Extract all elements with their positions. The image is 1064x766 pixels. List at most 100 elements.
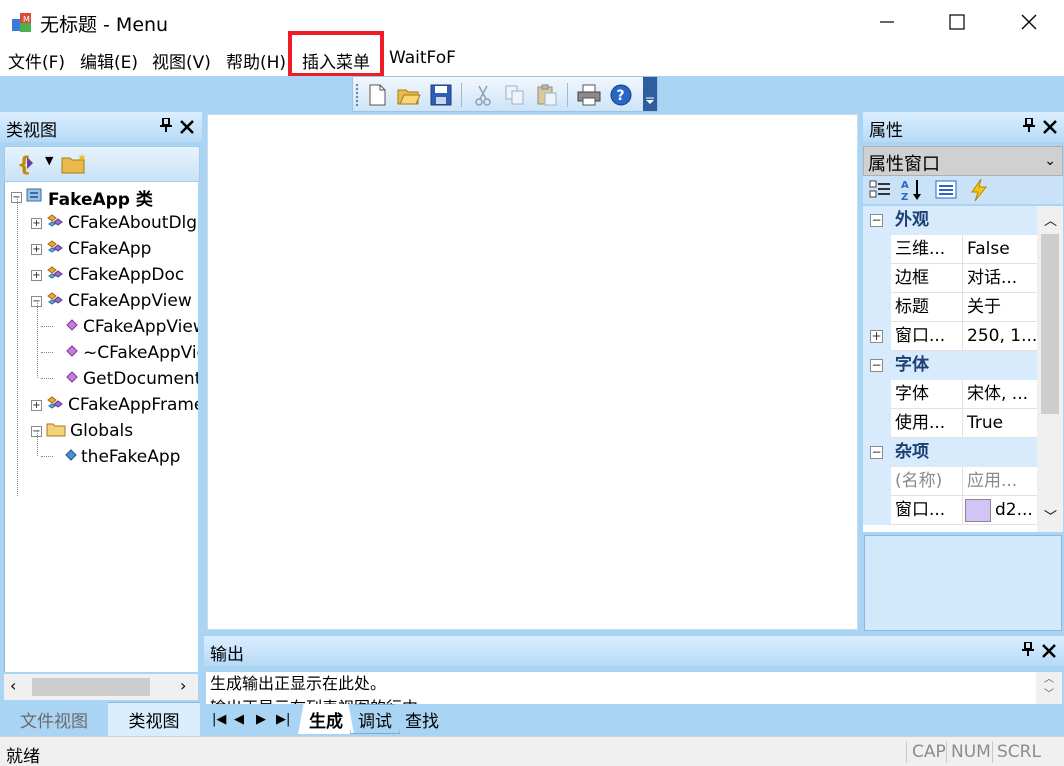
- previous-tab-icon[interactable]: ◀: [234, 712, 244, 727]
- chevron-right-icon[interactable]: ›: [180, 676, 186, 695]
- chevron-left-icon[interactable]: ‹: [10, 676, 16, 695]
- class-view-close-button[interactable]: [180, 114, 194, 139]
- paste-button[interactable]: [533, 81, 561, 109]
- open-button[interactable]: [395, 81, 423, 109]
- tab-class-view[interactable]: 类视图: [108, 702, 200, 736]
- output-scrollbar[interactable]: ︿ ﹀: [1036, 672, 1062, 704]
- output-close-button[interactable]: [1042, 638, 1056, 663]
- chevron-up-icon[interactable]: ︿: [1044, 210, 1057, 229]
- expand-icon[interactable]: +: [870, 330, 883, 343]
- property-row[interactable]: 字体 宋体, ...: [863, 380, 1037, 409]
- cut-button[interactable]: [469, 81, 497, 109]
- window-title: 无标题 - Menu: [40, 14, 169, 36]
- property-row[interactable]: 三维... False: [863, 235, 1037, 264]
- class-view-hscrollbar[interactable]: ‹ ›: [4, 674, 198, 700]
- tree-item[interactable]: + CFakeAppDoc: [31, 262, 184, 288]
- tree-item[interactable]: theFakeApp: [65, 444, 180, 470]
- property-row[interactable]: 标题 关于: [863, 293, 1037, 322]
- properties-close-button[interactable]: [1043, 114, 1057, 139]
- variable-icon: [65, 447, 77, 467]
- help-button[interactable]: ?: [607, 81, 635, 109]
- status-bar: 就绪 CAP NUM SCRL: [0, 736, 1064, 766]
- maximize-button[interactable]: [922, 0, 992, 44]
- sort-icon[interactable]: {: [15, 152, 39, 176]
- property-row[interactable]: 使用... True: [863, 409, 1037, 438]
- chevron-up-icon[interactable]: ︿: [1036, 672, 1062, 687]
- svg-text:?: ?: [617, 88, 625, 104]
- property-description-panel: [864, 535, 1062, 631]
- tree-item[interactable]: + CFakeAppFrame: [31, 392, 198, 418]
- collapse-icon[interactable]: −: [870, 446, 883, 459]
- output-line: 生成输出正显示在此处。: [210, 674, 387, 693]
- minimize-button[interactable]: [852, 0, 922, 44]
- chevron-down-icon[interactable]: ﹀: [1044, 506, 1057, 525]
- category-misc[interactable]: − 杂项: [863, 438, 1037, 467]
- vscroll-thumb[interactable]: [1041, 234, 1059, 414]
- collapse-icon[interactable]: −: [870, 214, 883, 227]
- menu-highlight-box: [288, 31, 384, 77]
- expand-icon[interactable]: +: [31, 399, 42, 411]
- tab-build[interactable]: 生成: [298, 704, 354, 734]
- document-view[interactable]: [207, 114, 858, 630]
- expand-icon[interactable]: +: [31, 217, 42, 229]
- property-pages-icon[interactable]: [935, 179, 957, 201]
- chevron-down-icon[interactable]: ﹀: [1036, 687, 1062, 702]
- tree-item[interactable]: − Globals: [31, 418, 133, 444]
- pin-icon[interactable]: [1023, 117, 1035, 136]
- save-button[interactable]: [427, 81, 455, 109]
- tree-item[interactable]: ~CFakeAppView: [65, 340, 198, 366]
- copy-button[interactable]: [501, 81, 529, 109]
- category-appearance[interactable]: − 外观: [863, 206, 1037, 235]
- collapse-icon[interactable]: −: [870, 359, 883, 372]
- print-button[interactable]: [575, 81, 603, 109]
- expand-icon[interactable]: +: [31, 269, 42, 281]
- chevron-down-icon: [646, 97, 654, 104]
- menu-edit[interactable]: 编辑(E): [80, 48, 138, 73]
- output-text-area[interactable]: 生成输出正显示在此处。 输出正显示在列表视图的行中: [206, 672, 1036, 704]
- tree-connector-line: [17, 196, 18, 496]
- class-view-root-icon: [26, 186, 44, 209]
- property-row[interactable]: + 窗口... 250, 1...: [863, 322, 1037, 351]
- pin-icon[interactable]: [1022, 641, 1034, 660]
- menu-help[interactable]: 帮助(H): [226, 48, 286, 73]
- menu-view[interactable]: 视图(V): [152, 48, 211, 73]
- tree-item-label: CFakeAppView: [83, 317, 198, 337]
- tab-file-view[interactable]: 文件视图: [0, 702, 108, 736]
- tree-connector-line: [41, 326, 53, 327]
- tab-debug[interactable]: 调试: [350, 704, 400, 734]
- alphabetical-sort-icon[interactable]: AZ: [901, 178, 925, 202]
- toolbar-grip[interactable]: [355, 83, 359, 107]
- hscroll-thumb[interactable]: [32, 678, 150, 696]
- last-tab-icon[interactable]: ▶|: [276, 712, 290, 727]
- first-tab-icon[interactable]: |◀: [212, 712, 226, 727]
- menu-file[interactable]: 文件(F): [8, 48, 65, 73]
- tree-item[interactable]: − CFakeAppView: [31, 288, 192, 314]
- tree-item[interactable]: − FakeApp 类: [11, 184, 153, 210]
- tab-find[interactable]: 查找: [396, 704, 448, 734]
- chevron-down-icon[interactable]: ▼: [45, 154, 53, 167]
- property-row[interactable]: 窗口... d2...: [863, 496, 1037, 525]
- tree-item-label: CFakeAppDoc: [68, 265, 185, 285]
- property-grid-scrollbar[interactable]: ︿ ﹀: [1037, 206, 1063, 532]
- tree-connector-line: [37, 430, 38, 456]
- close-button[interactable]: [994, 0, 1064, 44]
- category-font[interactable]: − 字体: [863, 351, 1037, 380]
- tree-item[interactable]: CFakeAppView: [65, 314, 198, 340]
- events-lightning-icon[interactable]: [969, 178, 989, 202]
- tree-item[interactable]: + CFakeAboutDlg: [31, 210, 197, 236]
- property-row[interactable]: (名称) 应用...: [863, 467, 1037, 496]
- property-row[interactable]: 边框 对话...: [863, 264, 1037, 293]
- tree-item[interactable]: GetDocument: [65, 366, 198, 392]
- menu-waitfof[interactable]: WaitFoF: [389, 48, 456, 68]
- new-button[interactable]: [363, 81, 391, 109]
- chevron-down-icon: ⌄: [1044, 153, 1056, 169]
- output-title: 输出: [210, 645, 244, 665]
- next-tab-icon[interactable]: ▶: [256, 712, 266, 727]
- properties-combo[interactable]: 属性窗口 ⌄: [863, 146, 1063, 176]
- expand-icon[interactable]: +: [31, 243, 42, 255]
- new-folder-icon[interactable]: ✶: [61, 153, 87, 175]
- tree-item[interactable]: + CFakeApp: [31, 236, 151, 262]
- toolbar-overflow-button[interactable]: [643, 77, 657, 111]
- pin-icon[interactable]: [160, 117, 172, 136]
- categorized-icon[interactable]: [869, 179, 891, 201]
